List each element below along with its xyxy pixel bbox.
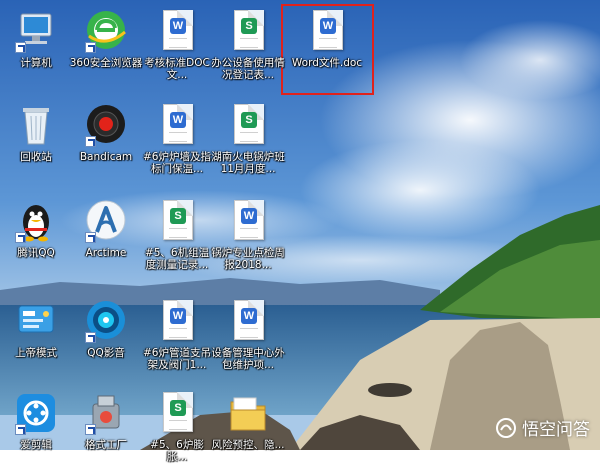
icon-label: Arctime — [85, 247, 127, 259]
shortcut-arrow-icon — [15, 424, 26, 435]
icon-label: #5、6炉膨胀... — [150, 439, 204, 463]
icon-label: 办公设备使用情况登记表... — [211, 57, 285, 81]
icon-label: 设备管理中心外包维护项... — [211, 347, 285, 371]
desktop-icon-xls-temperature[interactable]: S #5、6机组温度测量记录... — [140, 196, 214, 284]
word-doc-icon: W — [225, 198, 271, 244]
shortcut-arrow-icon — [85, 424, 96, 435]
excel-sheet-icon: S — [154, 198, 200, 244]
folder-icon — [225, 390, 271, 436]
icon-label: 湖南火电锅炉班11月月度... — [211, 151, 285, 175]
word-doc-icon: W — [154, 8, 200, 54]
desktop-icon-bandicam[interactable]: Bandicam — [69, 100, 143, 188]
desktop-icon-doc-furnace-wall[interactable]: W #6炉炉墙及指标门保温... — [140, 100, 214, 188]
icon-label: #5、6机组温度测量记录... — [144, 247, 210, 271]
excel-sheet-icon: S — [225, 8, 271, 54]
shortcut-arrow-icon — [15, 232, 26, 243]
word-doc-icon: W — [154, 298, 200, 344]
desktop-icon-recycle-bin[interactable]: 回收站 — [0, 100, 73, 188]
recycle-bin-icon — [13, 102, 59, 148]
video-editor-icon — [13, 390, 59, 436]
desktop-icon-word-file[interactable]: W Word文件.doc — [290, 6, 364, 94]
desktop-icon-doc-weekly-report[interactable]: W 锅炉专业点检周报2018... — [211, 196, 285, 284]
shortcut-arrow-icon — [85, 332, 96, 343]
icon-label: 回收站 — [20, 151, 52, 163]
shortcut-arrow-icon — [15, 42, 26, 53]
icon-label: 锅炉专业点检周报2018... — [211, 247, 285, 271]
word-doc-icon: W — [154, 102, 200, 148]
icon-label: 考核标准DOC 文... — [144, 57, 210, 81]
word-doc-icon: W — [225, 298, 271, 344]
desktop-icon-xls-office-equipment[interactable]: S 办公设备使用情况登记表... — [211, 6, 285, 94]
icon-label: 爱剪辑 — [20, 439, 52, 451]
qq-penguin-icon — [13, 198, 59, 244]
bandicam-icon — [83, 102, 129, 148]
desktop-icon-xls-boiler-monthly[interactable]: S 湖南火电锅炉班11月月度... — [211, 100, 285, 188]
shortcut-arrow-icon — [85, 136, 96, 147]
wukong-logo-icon — [496, 417, 516, 438]
icon-label: 腾讯QQ — [17, 247, 55, 259]
icon-label: 风险预控、隐... — [211, 439, 285, 451]
desktop-icon-video-editor[interactable]: 爱剪辑 — [0, 388, 73, 476]
360-browser-icon — [83, 8, 129, 54]
arctime-icon — [83, 198, 129, 244]
desktop-icon-format-factory[interactable]: 格式工厂 — [69, 388, 143, 476]
desktop-icon-qq-player[interactable]: QQ影音 — [69, 296, 143, 384]
format-factory-icon — [83, 390, 129, 436]
desktop-icon-360-browser[interactable]: 360安全浏览器 — [69, 6, 143, 94]
excel-sheet-icon: S — [154, 390, 200, 436]
computer-icon — [13, 8, 59, 54]
icon-label: #6炉炉墙及指标门保温... — [143, 151, 211, 175]
shortcut-arrow-icon — [85, 232, 96, 243]
icon-label: QQ影音 — [87, 347, 125, 359]
watermark-text: 悟空问答 — [522, 420, 590, 440]
icon-label: 360安全浏览器 — [69, 57, 143, 69]
desktop-icon-doc-maintenance[interactable]: W 设备管理中心外包维护项... — [211, 296, 285, 384]
icon-label: #6炉管道支吊架及阀门1... — [143, 347, 211, 371]
control-panel-icon — [13, 298, 59, 344]
desktop-icon-xls-expansion[interactable]: S #5、6炉膨胀... — [140, 388, 214, 476]
word-doc-icon: W — [304, 8, 350, 54]
watermark: 悟空问答 — [495, 415, 590, 440]
shortcut-arrow-icon — [85, 42, 96, 53]
icon-label: Word文件.doc — [291, 57, 363, 69]
icon-label: 计算机 — [20, 57, 52, 69]
icon-label: Bandicam — [79, 151, 133, 163]
desktop-icon-computer[interactable]: 计算机 — [0, 6, 73, 94]
qq-player-icon — [83, 298, 129, 344]
desktop-icon-folder-risk[interactable]: 风险预控、隐... — [211, 388, 285, 476]
desktop-icon-arctime[interactable]: Arctime — [69, 196, 143, 284]
desktop-icon-doc-pipe-support[interactable]: W #6炉管道支吊架及阀门1... — [140, 296, 214, 384]
desktop-icon-doc-assessment[interactable]: W 考核标准DOC 文... — [140, 6, 214, 94]
desktop-icon-god-mode[interactable]: 上帝模式 — [0, 296, 73, 384]
icon-label: 上帝模式 — [15, 347, 57, 359]
excel-sheet-icon: S — [225, 102, 271, 148]
desktop-icon-qq[interactable]: 腾讯QQ — [0, 196, 73, 284]
icon-label: 格式工厂 — [85, 439, 127, 451]
